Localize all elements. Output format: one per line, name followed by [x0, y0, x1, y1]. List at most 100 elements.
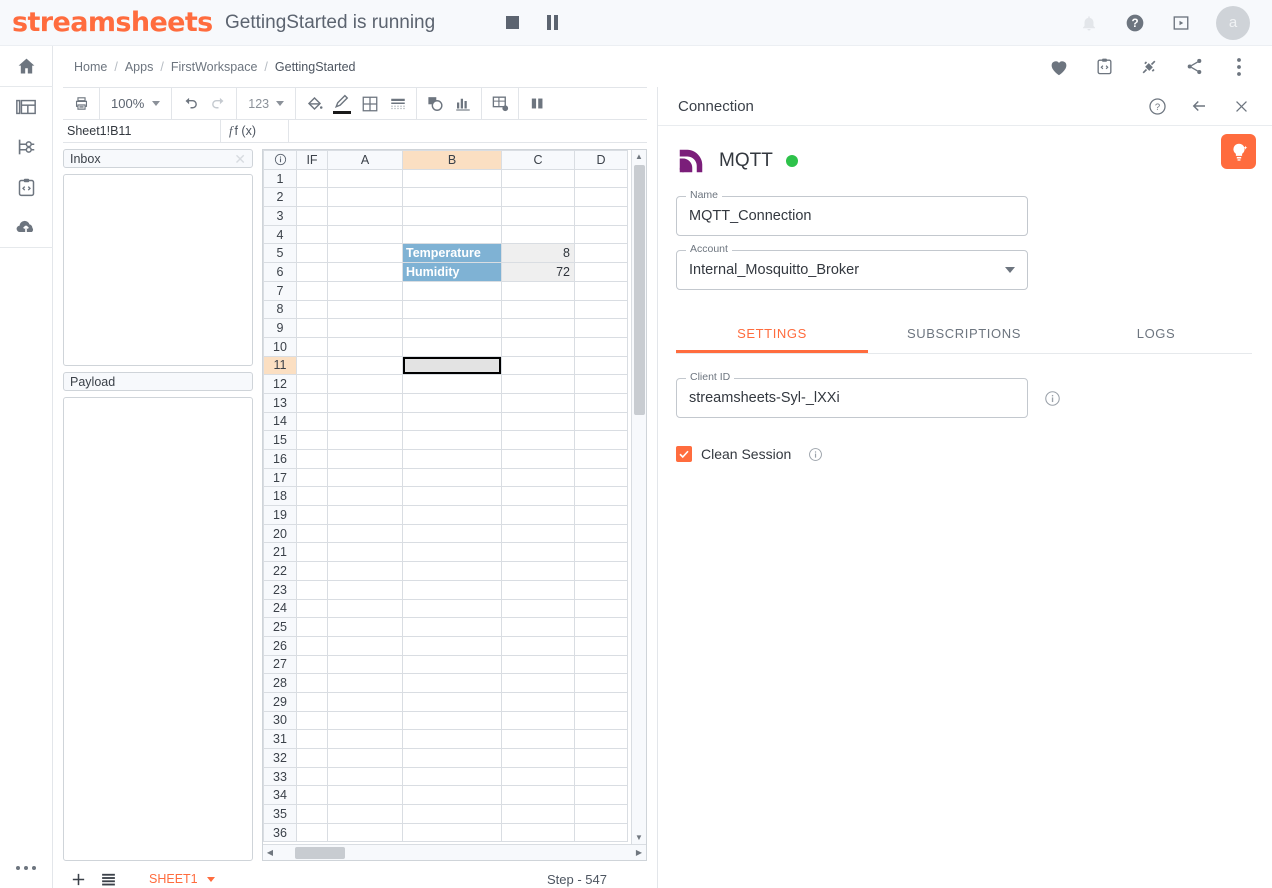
cell-D12[interactable]	[574, 374, 628, 394]
cell-A28[interactable]	[327, 673, 403, 693]
row-header-35[interactable]: 35	[263, 804, 297, 824]
cell-IF19[interactable]	[296, 505, 328, 525]
cell-D26[interactable]	[574, 635, 628, 656]
cell-B11[interactable]	[402, 355, 502, 376]
cell-A34[interactable]	[327, 785, 403, 806]
cell-IF28[interactable]	[296, 673, 328, 693]
cell-D16[interactable]	[574, 449, 628, 469]
cell-C17[interactable]	[501, 467, 575, 488]
row-header-16[interactable]: 16	[263, 449, 297, 469]
cell-B7[interactable]	[402, 280, 502, 301]
cell-IF17[interactable]	[296, 467, 328, 488]
column-header-if[interactable]: IF	[296, 150, 328, 170]
column-header-c[interactable]: C	[501, 150, 575, 170]
client-id-info-button[interactable]	[1044, 390, 1061, 407]
cell-B32[interactable]	[402, 748, 502, 768]
avatar[interactable]: a	[1216, 5, 1250, 40]
cell-C5[interactable]: 8	[501, 243, 575, 264]
account-select-value[interactable]: Internal_Mosquitto_Broker	[689, 262, 859, 278]
cell-D13[interactable]	[574, 392, 628, 413]
breadcrumb-item-apps[interactable]: Apps	[125, 60, 154, 74]
cell-IF12[interactable]	[296, 374, 328, 394]
text-color-button[interactable]	[331, 91, 353, 117]
cell-A20[interactable]	[327, 523, 403, 544]
cell-B12[interactable]	[402, 374, 502, 394]
cell-A13[interactable]	[327, 392, 403, 413]
cell-IF5[interactable]	[296, 243, 328, 264]
cell-D9[interactable]	[574, 318, 628, 338]
cell-C36[interactable]	[501, 822, 575, 843]
sidebar-item-export[interactable]	[0, 207, 53, 247]
borders-button[interactable]	[359, 91, 381, 117]
cell-A2[interactable]	[327, 187, 403, 208]
app-logo[interactable]: streamsheets	[0, 7, 213, 38]
cell-B19[interactable]	[402, 505, 502, 525]
cell-B5[interactable]: Temperature	[402, 243, 502, 264]
cell-C30[interactable]	[501, 710, 575, 731]
number-format-select[interactable]: 123	[244, 97, 288, 111]
scroll-up-icon[interactable]: ▲	[635, 150, 643, 163]
sheet-tab-sheet1[interactable]: SHEET1	[149, 872, 215, 886]
cell-A6[interactable]	[327, 262, 403, 282]
undo-button[interactable]	[179, 91, 201, 117]
cell-D8[interactable]	[574, 299, 628, 320]
cell-B9[interactable]	[402, 318, 502, 338]
cell-B35[interactable]	[402, 804, 502, 824]
row-header-17[interactable]: 17	[263, 467, 297, 488]
cell-D30[interactable]	[574, 710, 628, 731]
row-header-25[interactable]: 25	[263, 617, 297, 637]
cell-D24[interactable]	[574, 598, 628, 619]
pause-button[interactable]	[541, 12, 563, 34]
cell-IF25[interactable]	[296, 617, 328, 637]
row-header-3[interactable]: 3	[263, 206, 297, 226]
row-header-7[interactable]: 7	[263, 280, 297, 301]
cell-B25[interactable]	[402, 617, 502, 637]
cell-A23[interactable]	[327, 579, 403, 600]
cell-IF20[interactable]	[296, 523, 328, 544]
cell-D6[interactable]	[574, 262, 628, 282]
cell-C33[interactable]	[501, 766, 575, 787]
fill-color-button[interactable]	[303, 91, 325, 117]
tab-subscriptions[interactable]: SUBSCRIPTIONS	[868, 312, 1060, 353]
select-all-corner[interactable]	[263, 150, 297, 170]
row-header-26[interactable]: 26	[263, 635, 297, 656]
cell-A12[interactable]	[327, 374, 403, 394]
row-header-1[interactable]: 1	[263, 168, 297, 189]
cell-A17[interactable]	[327, 467, 403, 488]
cell-A30[interactable]	[327, 710, 403, 731]
payload-pane-body[interactable]	[63, 397, 253, 861]
breadcrumb-item-current[interactable]: GettingStarted	[275, 60, 356, 74]
close-icon[interactable]: ✕	[234, 152, 246, 166]
row-header-21[interactable]: 21	[263, 542, 297, 563]
cell-IF33[interactable]	[296, 766, 328, 787]
panel-close-button[interactable]	[1230, 95, 1252, 117]
chart-button[interactable]	[452, 91, 474, 117]
column-header-d[interactable]: D	[574, 150, 628, 170]
cell-D27[interactable]	[574, 654, 628, 675]
cell-C14[interactable]	[501, 411, 575, 432]
chevron-down-icon[interactable]	[206, 876, 215, 882]
cell-B2[interactable]	[402, 187, 502, 208]
tab-settings[interactable]: SETTINGS	[676, 312, 868, 353]
cell-C34[interactable]	[501, 785, 575, 806]
cell-IF9[interactable]	[296, 318, 328, 338]
cell-D3[interactable]	[574, 206, 628, 226]
cell-B13[interactable]	[402, 392, 502, 413]
cell-A4[interactable]	[327, 224, 403, 245]
cell-C28[interactable]	[501, 673, 575, 693]
cell-IF7[interactable]	[296, 280, 328, 301]
cell-B27[interactable]	[402, 654, 502, 675]
scroll-down-icon[interactable]: ▼	[635, 831, 643, 844]
cell-IF26[interactable]	[296, 635, 328, 656]
cell-C22[interactable]	[501, 561, 575, 581]
zoom-select[interactable]: 100%	[107, 96, 164, 111]
row-header-19[interactable]: 19	[263, 505, 297, 525]
cell-D11[interactable]	[574, 355, 628, 376]
cell-A19[interactable]	[327, 505, 403, 525]
cell-C23[interactable]	[501, 579, 575, 600]
sidebar-item-dashboard[interactable]	[0, 87, 53, 127]
row-header-14[interactable]: 14	[263, 411, 297, 432]
row-header-12[interactable]: 12	[263, 374, 297, 394]
cell-A5[interactable]	[327, 243, 403, 264]
stop-button[interactable]	[501, 12, 523, 34]
